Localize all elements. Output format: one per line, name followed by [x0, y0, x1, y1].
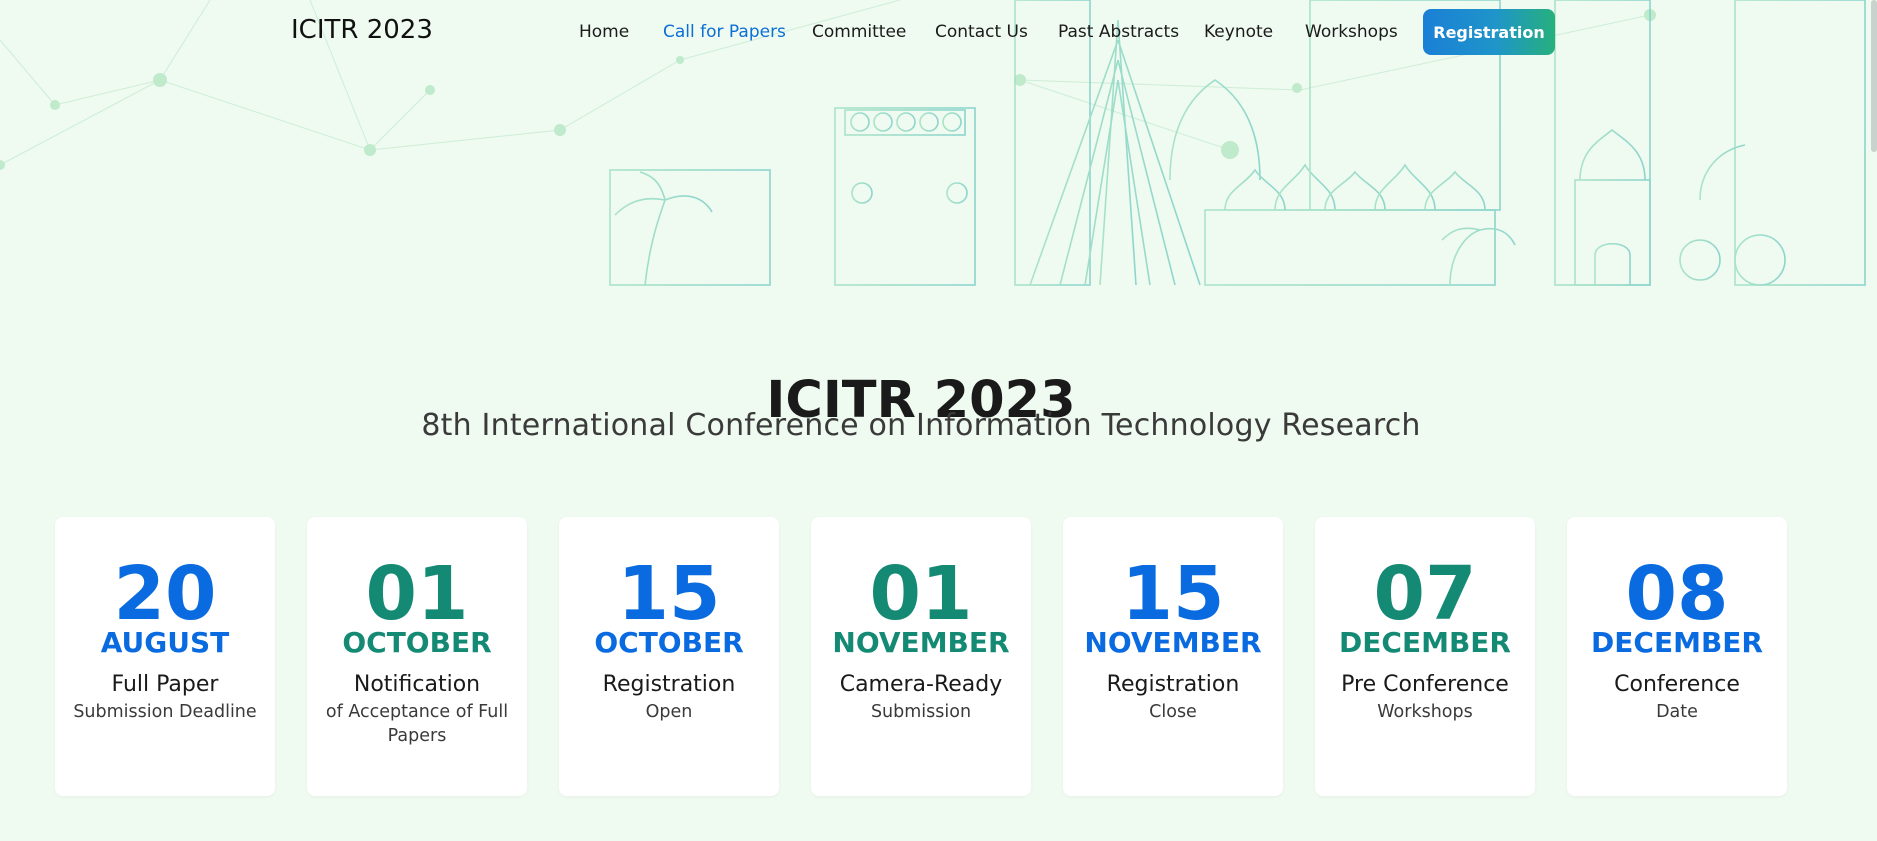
date-detail: Close [1149, 702, 1197, 722]
date-event: Notification [353, 672, 481, 697]
date-event: Full Paper [111, 672, 219, 697]
nav-link-workshops[interactable]: Workshops [1305, 22, 1398, 42]
nav-link-committee[interactable]: Committee [812, 22, 906, 42]
date-event: Conference [1614, 672, 1740, 697]
date-event: Registration [602, 672, 736, 697]
date-month: NOVEMBER [1084, 626, 1262, 659]
registration-button[interactable]: Registration [1423, 9, 1555, 55]
date-day: 15 [1121, 551, 1225, 637]
date-month: AUGUST [100, 626, 230, 659]
date-day: 01 [869, 551, 973, 637]
date-card: 01 OCTOBER Notification of Acceptance of… [307, 517, 527, 796]
date-day: 08 [1625, 551, 1729, 637]
date-day: 07 [1373, 551, 1477, 637]
date-detail: Submission Deadline [73, 702, 257, 722]
nav-link-home[interactable]: Home [579, 22, 629, 42]
date-month: DECEMBER [1339, 626, 1511, 659]
date-day: 01 [365, 551, 469, 637]
date-month: OCTOBER [342, 626, 492, 659]
date-event: Pre Conference [1341, 672, 1509, 697]
nav-link-past-abstracts[interactable]: Past Abstracts [1058, 22, 1179, 42]
date-card: 01 NOVEMBER Camera-Ready Submission [811, 517, 1031, 796]
date-day: 15 [617, 551, 721, 637]
date-month: OCTOBER [594, 626, 744, 659]
date-event: Registration [1106, 672, 1240, 697]
date-detail: of Acceptance of Full Papers [325, 702, 509, 746]
date-card: 15 OCTOBER Registration Open [559, 517, 779, 796]
nav-link-keynote[interactable]: Keynote [1204, 22, 1273, 42]
date-detail: Submission [870, 702, 972, 722]
date-month: DECEMBER [1591, 626, 1763, 659]
site-logo[interactable]: ICITR 2023 [291, 15, 433, 45]
date-month: NOVEMBER [832, 626, 1010, 659]
date-card: 08 DECEMBER Conference Date [1567, 517, 1787, 796]
nav-link-contact-us[interactable]: Contact Us [935, 22, 1028, 42]
date-event: Camera-Ready [839, 672, 1003, 697]
page-subtitle: 8th International Conference on Informat… [421, 408, 1421, 443]
date-day: 20 [113, 551, 217, 637]
date-card: 07 DECEMBER Pre Conference Workshops [1315, 517, 1535, 796]
top-navbar: ICITR 2023 Home Call for Papers Committe… [0, 0, 1877, 66]
date-card: 15 NOVEMBER Registration Close [1063, 517, 1283, 796]
date-detail: Open [645, 702, 693, 722]
page-scrollbar[interactable] [1871, 0, 1877, 152]
nav-link-call-for-papers[interactable]: Call for Papers [663, 22, 786, 42]
date-detail: Date [1656, 702, 1698, 722]
date-card: 20 AUGUST Full Paper Submission Deadline [55, 517, 275, 796]
date-detail: Workshops [1377, 702, 1473, 722]
